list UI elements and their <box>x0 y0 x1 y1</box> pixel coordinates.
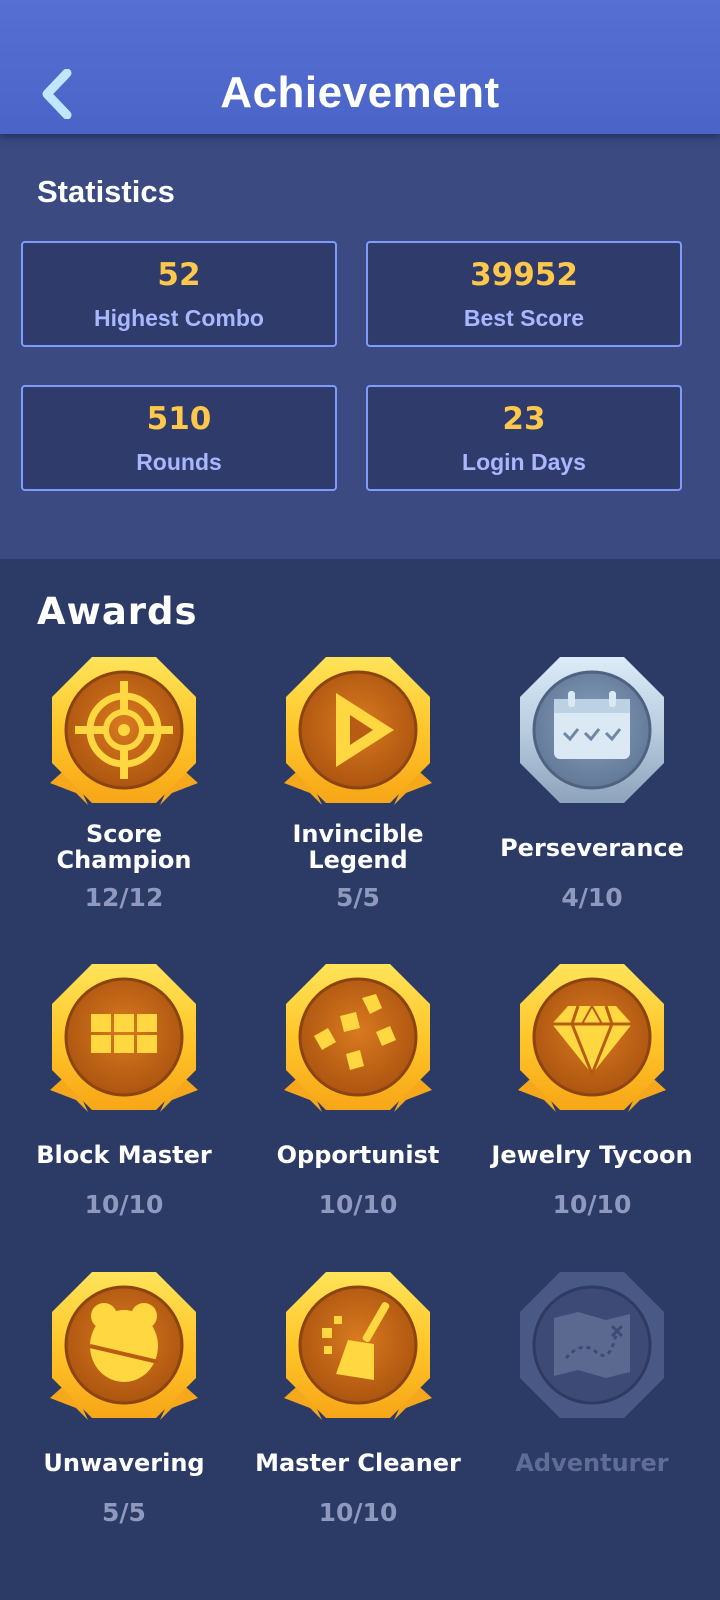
award-unwavering[interactable]: Unwavering 5/5 <box>7 1270 241 1560</box>
statistics-section: Statistics 52 Highest Combo 39952 Best S… <box>0 134 720 559</box>
calendar-icon <box>520 657 664 803</box>
play-icon <box>284 657 432 805</box>
stat-value: 23 <box>502 401 546 437</box>
award-name: Opportunist <box>276 1141 440 1169</box>
map-icon <box>520 1272 664 1418</box>
stat-label: Highest Combo <box>94 305 264 331</box>
award-opportunist[interactable]: Opportunist 10/10 <box>241 962 475 1252</box>
blocks-icon <box>50 964 198 1112</box>
award-count: 4/10 <box>561 883 623 912</box>
stat-value: 510 <box>146 401 212 437</box>
award-name: Jewelry Tycoon <box>491 1141 693 1169</box>
award-count: 5/5 <box>336 883 380 912</box>
award-invincible-legend[interactable]: Invincible Legend 5/5 <box>241 655 475 945</box>
award-score-champion[interactable]: Score Champion 12/12 <box>7 655 241 945</box>
stat-card-best-score: 39952 Best Score <box>366 241 682 347</box>
award-name: Invincible Legend <box>292 820 424 874</box>
award-perseverance[interactable]: Perseverance 4/10 <box>475 655 709 945</box>
award-name: Adventurer <box>515 1449 669 1477</box>
award-name: Score Champion <box>56 820 192 874</box>
statistics-title: Statistics <box>37 174 175 209</box>
award-master-cleaner[interactable]: Master Cleaner 10/10 <box>241 1270 475 1560</box>
award-adventurer[interactable]: Adventurer <box>475 1270 709 1560</box>
stat-label: Best Score <box>463 305 585 331</box>
awards-title: Awards <box>37 590 198 633</box>
award-count: 12/12 <box>84 883 164 912</box>
award-name: Block Master <box>36 1141 212 1169</box>
award-count: 10/10 <box>318 1190 398 1219</box>
header-bar: Achievement <box>0 0 720 134</box>
award-name: Master Cleaner <box>255 1449 461 1477</box>
award-count: 10/10 <box>84 1190 164 1219</box>
stat-card-highest-combo: 52 Highest Combo <box>21 241 337 347</box>
stat-card-rounds: 510 Rounds <box>21 385 337 491</box>
stat-value: 52 <box>157 257 201 293</box>
bear-icon <box>50 1272 198 1420</box>
stat-label: Login Days <box>462 449 586 475</box>
diamond-icon <box>518 964 666 1112</box>
broom-icon <box>284 1272 432 1420</box>
stat-label: Rounds <box>136 449 222 475</box>
target-icon <box>50 657 198 805</box>
award-count: 10/10 <box>318 1498 398 1527</box>
stat-value: 39952 <box>470 257 578 293</box>
stat-card-login-days: 23 Login Days <box>366 385 682 491</box>
award-count: 5/5 <box>102 1498 146 1527</box>
award-jewelry-tycoon[interactable]: Jewelry Tycoon 10/10 <box>475 962 709 1252</box>
page-title: Achievement <box>220 68 500 117</box>
gems-icon <box>284 964 432 1112</box>
award-count: 10/10 <box>552 1190 632 1219</box>
award-name: Unwavering <box>43 1449 205 1477</box>
award-name: Perseverance <box>500 834 684 862</box>
award-block-master[interactable]: Block Master 10/10 <box>7 962 241 1252</box>
